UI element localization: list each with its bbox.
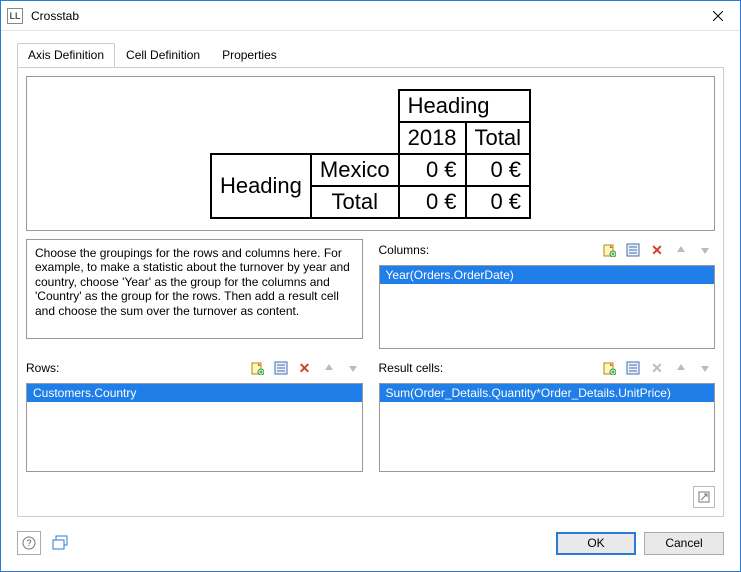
preview-row-heading: Heading <box>211 154 311 218</box>
close-button[interactable] <box>698 2 738 30</box>
result-label: Result cells: <box>379 361 596 375</box>
result-listbox[interactable]: Sum(Order_Details.Quantity*Order_Details… <box>379 383 716 472</box>
preview-cell-4: 0 € <box>466 186 530 218</box>
list-item[interactable]: Year(Orders.OrderDate) <box>380 266 715 284</box>
tab-strip: Axis Definition Cell Definition Properti… <box>17 43 724 68</box>
titlebar: LL Crosstab <box>1 1 740 31</box>
arrow-down-icon <box>347 362 359 374</box>
preview-row-total: Total <box>311 186 399 218</box>
columns-edit-button[interactable] <box>623 240 643 260</box>
rows-moveup-button[interactable] <box>319 358 339 378</box>
dialog-content: Axis Definition Cell Definition Properti… <box>1 31 740 525</box>
preview-row-sample: Mexico <box>311 154 399 186</box>
svg-text:?: ? <box>26 538 31 548</box>
columns-movedown-button[interactable] <box>695 240 715 260</box>
cancel-button[interactable]: Cancel <box>644 532 724 555</box>
rows-section: Rows: ✕ <box>26 357 363 472</box>
window-title: Crosstab <box>31 9 698 23</box>
new-file-icon <box>250 361 264 375</box>
arrow-up-icon <box>675 362 687 374</box>
arrow-down-icon <box>699 362 711 374</box>
list-item[interactable]: Sum(Order_Details.Quantity*Order_Details… <box>380 384 715 402</box>
result-cells-section: Result cells: ✕ <box>379 357 716 472</box>
properties-icon <box>274 361 288 375</box>
windows-icon <box>52 535 70 551</box>
preview-col-heading: Heading <box>399 90 530 122</box>
rows-edit-button[interactable] <box>271 358 291 378</box>
columns-new-button[interactable] <box>599 240 619 260</box>
preview-table: Heading 2018 Total Heading Mexico 0 € 0 … <box>210 89 531 219</box>
columns-listbox[interactable]: Year(Orders.OrderDate) <box>379 265 716 349</box>
tab-panel-axis: Heading 2018 Total Heading Mexico 0 € 0 … <box>17 67 724 517</box>
result-new-button[interactable] <box>599 358 619 378</box>
app-logo-icon: LL <box>7 8 23 24</box>
tab-axis-definition[interactable]: Axis Definition <box>17 43 115 67</box>
crosstab-preview: Heading 2018 Total Heading Mexico 0 € 0 … <box>26 76 715 231</box>
properties-icon <box>626 243 640 257</box>
help-button[interactable]: ? <box>17 531 41 555</box>
expand-wizard-button[interactable] <box>693 486 715 508</box>
help-text: Choose the groupings for the rows and co… <box>26 239 363 339</box>
columns-delete-button[interactable]: ✕ <box>647 240 667 260</box>
preview-cell-1: 0 € <box>399 154 466 186</box>
arrow-up-icon <box>323 362 335 374</box>
rows-delete-button[interactable]: ✕ <box>295 358 315 378</box>
ok-button[interactable]: OK <box>556 532 636 555</box>
close-icon <box>713 11 723 21</box>
rows-movedown-button[interactable] <box>343 358 363 378</box>
rows-listbox[interactable]: Customers.Country <box>26 383 363 472</box>
rows-label: Rows: <box>26 361 243 375</box>
columns-moveup-button[interactable] <box>671 240 691 260</box>
dialog-footer: ? OK Cancel <box>1 525 740 571</box>
tab-properties[interactable]: Properties <box>211 43 288 67</box>
result-movedown-button[interactable] <box>695 358 715 378</box>
preview-cell-3: 0 € <box>399 186 466 218</box>
preview-col-sample: 2018 <box>399 122 466 154</box>
arrow-up-icon <box>675 244 687 256</box>
preview-col-total: Total <box>466 122 530 154</box>
expand-icon <box>698 491 710 503</box>
result-moveup-button[interactable] <box>671 358 691 378</box>
layers-button[interactable] <box>49 531 73 555</box>
dialog-crosstab: LL Crosstab Axis Definition Cell Definit… <box>0 0 741 572</box>
columns-section: Columns: ✕ <box>379 239 716 349</box>
list-item[interactable]: Customers.Country <box>27 384 362 402</box>
tab-cell-definition[interactable]: Cell Definition <box>115 43 211 67</box>
new-file-icon <box>602 361 616 375</box>
rows-new-button[interactable] <box>247 358 267 378</box>
arrow-down-icon <box>699 244 711 256</box>
columns-label: Columns: <box>379 243 596 257</box>
new-file-icon <box>602 243 616 257</box>
preview-cell-2: 0 € <box>466 154 530 186</box>
help-icon: ? <box>22 536 36 550</box>
properties-icon <box>626 361 640 375</box>
result-edit-button[interactable] <box>623 358 643 378</box>
result-delete-button[interactable]: ✕ <box>647 358 667 378</box>
